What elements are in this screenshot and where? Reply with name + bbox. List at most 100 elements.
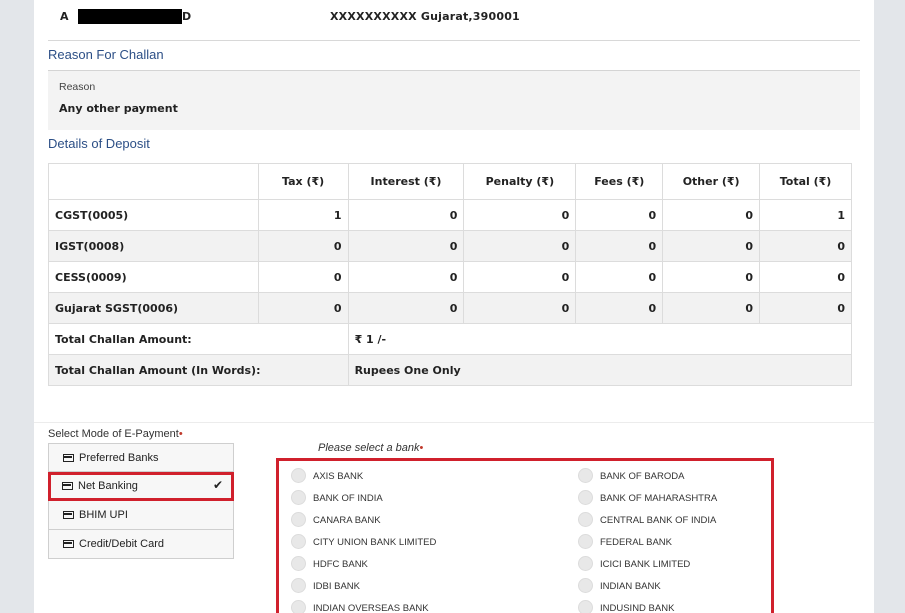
challan-page: A D XXXXXXXXXX Gujarat,390001 Reason For… — [34, 0, 874, 613]
card-icon — [62, 482, 73, 490]
radio-button[interactable] — [291, 600, 306, 613]
radio-button[interactable] — [291, 490, 306, 505]
reason-box: Reason Any other payment — [48, 70, 860, 130]
tax-cell: 0 — [257, 292, 349, 324]
payment-mode-option-label: Preferred Banks — [79, 452, 159, 464]
fees-cell: 0 — [575, 261, 664, 293]
taxpayer-name-end: D — [182, 10, 192, 23]
radio-button[interactable] — [578, 600, 593, 613]
bank-name: IDBI BANK — [313, 581, 360, 592]
total-cell: 0 — [759, 261, 852, 293]
table-row: CGST(0005) 1 0 0 0 0 1 — [48, 199, 852, 231]
penalty-cell: 0 — [463, 261, 577, 293]
radio-button[interactable] — [578, 578, 593, 593]
payment-mode-list: Preferred Banks Net Banking ✔ BHIM UPI C… — [48, 443, 234, 559]
bank-name: CENTRAL BANK OF INDIA — [600, 515, 717, 526]
bank-name: BANK OF MAHARASHTRA — [600, 493, 718, 504]
table-row: CESS(0009) 0 0 0 0 0 0 — [48, 261, 852, 293]
payment-mode-option-label: Credit/Debit Card — [79, 538, 164, 550]
deposit-section-title: Details of Deposit — [48, 136, 150, 151]
radio-button[interactable] — [578, 512, 593, 527]
deposit-table: Tax (₹) Interest (₹) Penalty (₹) Fees (₹… — [48, 163, 853, 386]
section-divider — [34, 422, 874, 423]
bank-name: INDIAN BANK — [600, 581, 661, 592]
required-marker: • — [419, 442, 424, 454]
tax-head-cell: IGST(0008) — [48, 230, 259, 262]
radio-button[interactable] — [578, 490, 593, 505]
other-cell: 0 — [662, 261, 761, 293]
other-cell: 0 — [662, 230, 761, 262]
payment-mode-credit-debit-card[interactable]: Credit/Debit Card — [48, 530, 234, 559]
table-header: Tax (₹) — [257, 163, 349, 200]
tax-head-cell: CGST(0005) — [48, 199, 259, 231]
other-cell: 0 — [662, 292, 761, 324]
redacted-name — [78, 9, 182, 24]
tax-cell: 0 — [257, 261, 349, 293]
payment-mode-label: Select Mode of E-Payment• — [48, 428, 183, 440]
payment-mode-bhim-upi[interactable]: BHIM UPI — [48, 501, 234, 530]
card-icon — [63, 511, 74, 519]
tax-head-cell: CESS(0009) — [48, 261, 259, 293]
total-cell: 0 — [759, 230, 852, 262]
payment-mode-net-banking[interactable]: Net Banking ✔ — [48, 472, 234, 501]
payment-mode-option-label: BHIM UPI — [79, 509, 128, 521]
bank-name: HDFC BANK — [313, 559, 368, 570]
bank-name: AXIS BANK — [313, 471, 364, 482]
table-header: Fees (₹) — [575, 163, 664, 200]
tax-head-cell: Gujarat SGST(0006) — [48, 292, 259, 324]
radio-button[interactable] — [291, 512, 306, 527]
taxpayer-address: XXXXXXXXXX Gujarat,390001 — [330, 10, 520, 23]
table-header — [48, 163, 259, 200]
penalty-cell: 0 — [463, 230, 577, 262]
radio-button[interactable] — [291, 468, 306, 483]
taxpayer-address-row: A D XXXXXXXXXX Gujarat,390001 — [48, 0, 860, 41]
total-amount-value: ₹ 1 /- — [347, 323, 853, 355]
required-marker: • — [178, 428, 183, 440]
radio-button[interactable] — [578, 556, 593, 571]
total-cell: 1 — [759, 199, 852, 231]
payment-mode-option-label: Net Banking — [78, 480, 138, 492]
reason-value: Any other payment — [59, 102, 178, 115]
bank-name: CANARA BANK — [313, 515, 381, 526]
reason-label: Reason — [59, 81, 96, 93]
table-header: Interest (₹) — [347, 163, 465, 200]
interest-cell: 0 — [347, 230, 465, 262]
table-header-row: Tax (₹) Interest (₹) Penalty (₹) Fees (₹… — [48, 163, 852, 200]
taxpayer-name-start: A — [60, 10, 69, 23]
bank-name: INDIAN OVERSEAS BANK — [313, 603, 429, 613]
radio-button[interactable] — [578, 534, 593, 549]
interest-cell: 0 — [347, 292, 465, 324]
radio-button[interactable] — [291, 534, 306, 549]
payment-mode-preferred-banks[interactable]: Preferred Banks — [48, 443, 234, 472]
bank-name: BANK OF INDIA — [313, 493, 383, 504]
bank-name: FEDERAL BANK — [600, 537, 672, 548]
bank-name: INDUSIND BANK — [600, 603, 675, 613]
interest-cell: 0 — [347, 261, 465, 293]
table-header: Penalty (₹) — [463, 163, 577, 200]
card-icon — [63, 540, 74, 548]
bank-select-label-text: Please select a bank — [318, 442, 420, 454]
table-row: Gujarat SGST(0006) 0 0 0 0 0 0 — [48, 292, 852, 324]
bank-name: CITY UNION BANK LIMITED — [313, 537, 437, 548]
radio-button[interactable] — [578, 468, 593, 483]
other-cell: 0 — [662, 199, 761, 231]
fees-cell: 0 — [575, 292, 664, 324]
amount-in-words-row: Total Challan Amount (In Words): Rupees … — [48, 354, 853, 386]
card-icon — [63, 454, 74, 462]
bank-select-label: Please select a bank• — [318, 442, 423, 454]
interest-cell: 0 — [347, 199, 465, 231]
radio-button[interactable] — [291, 578, 306, 593]
payment-mode-label-text: Select Mode of E-Payment — [48, 428, 179, 440]
bank-selection-box: AXIS BANK BANK OF INDIA CANARA BANK CITY… — [276, 458, 774, 613]
fees-cell: 0 — [575, 230, 664, 262]
table-header: Other (₹) — [662, 163, 761, 200]
amount-in-words-value: Rupees One Only — [347, 354, 853, 386]
tax-cell: 1 — [257, 199, 349, 231]
tax-cell: 0 — [257, 230, 349, 262]
amount-in-words-label: Total Challan Amount (In Words): — [48, 354, 349, 386]
table-row: IGST(0008) 0 0 0 0 0 0 — [48, 230, 852, 262]
total-amount-label: Total Challan Amount: — [48, 323, 349, 355]
penalty-cell: 0 — [463, 292, 577, 324]
fees-cell: 0 — [575, 199, 664, 231]
radio-button[interactable] — [291, 556, 306, 571]
